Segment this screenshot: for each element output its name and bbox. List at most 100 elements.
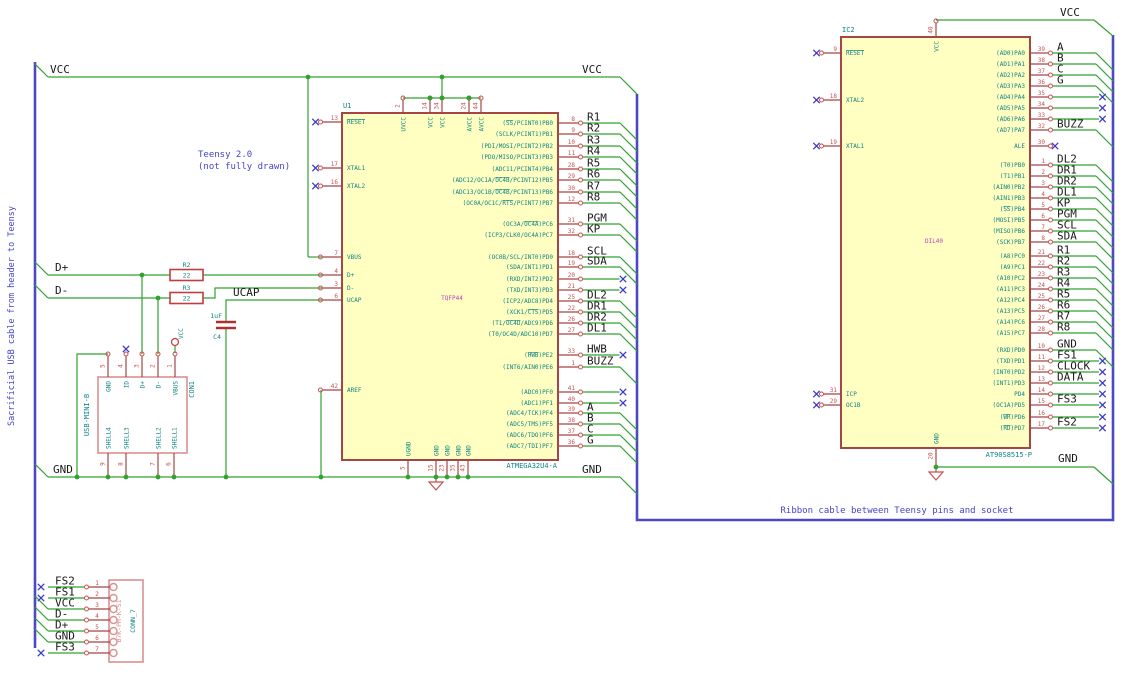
comment-teensy-line2[interactable]: (not fully drawn) [198,162,290,172]
pin-name: (OC0A/OC1C/RTS/PCINT7)PB7 [463,200,554,207]
bus-entry [619,202,638,221]
r2-value[interactable]: 22 [183,272,191,280]
pin-end-circle [1048,61,1053,67]
c4-symbol[interactable]: 1uF C4 [210,312,236,341]
net-label-ucap[interactable]: UCAP [233,286,260,299]
r2-symbol[interactable]: R222 [169,261,204,282]
net-label-dminus[interactable]: D- [55,284,68,297]
bus-entry [619,234,638,253]
pin-number: 35 [450,464,457,472]
ic2-symbol[interactable]: IC2AT90S8515-PDIL409RESET18XTAL219XTAL13… [812,18,1114,465]
u1-symbol[interactable]: U1ATMEGA32U4-ATQFP4413RESET17XTAL116XTAL… [311,95,638,475]
net-label-gnd-right[interactable]: GND [1058,452,1078,465]
ic2-ref[interactable]: IC2 [842,26,855,34]
net-label-g[interactable]: G [1057,74,1064,87]
net-label-kp[interactable]: KP [587,223,601,236]
no-connect-icon [812,142,821,150]
pin-name: VCC [428,117,435,128]
r3-value[interactable]: 22 [183,295,191,303]
pin-end-circle [1048,358,1053,364]
gnd-triangle [427,481,445,491]
pin-number: 13 [1038,376,1046,383]
net-label-r8[interactable]: R8 [587,191,600,204]
net-label-r8[interactable]: R8 [1057,321,1070,334]
pin-name: GND [466,445,473,456]
pin-number: 31 [568,217,576,224]
pin-number: 39 [568,406,576,413]
net-label-vcc-right[interactable]: VCC [1060,6,1080,19]
conn7-pin-1[interactable]: 1FS2 [37,575,118,592]
pin-end-circle [578,166,583,172]
pin-name: (ICP2/ADC8)PD4 [502,298,553,305]
pin-name: (ADC4/TCK)PF4 [506,410,553,417]
net-label-fs3[interactable]: FS3 [55,641,75,654]
pin-name: (SCLK/PCINT1)PB1 [495,131,553,138]
pin-name: GND [445,445,452,456]
comment-ribbon-cable[interactable]: Ribbon cable between Teensy pins and soc… [781,506,1014,516]
conn7-pin-2[interactable]: 2FS1 [37,586,118,603]
con1-ref[interactable]: CON1 [188,381,196,398]
bus-entry [1095,175,1114,194]
con1-value[interactable]: USB-MINI-B [83,394,91,436]
pin-name: VCC [440,117,447,128]
pin-number: 10 [568,139,576,146]
r2-ref[interactable]: R2 [183,261,191,269]
net-label-gnd-mid[interactable]: GND [582,463,602,476]
pin-name: (A11)PC3 [996,286,1025,293]
r3-ref[interactable]: R3 [183,284,191,292]
pin-name: (A9)PC1 [1000,264,1026,271]
pin-name: GND [106,381,113,392]
pin-end-circle [1048,83,1053,89]
pin-name: VBUS [347,254,362,261]
c4-value[interactable]: 1uF [210,312,222,320]
net-label-sda[interactable]: SDA [1057,230,1077,243]
net-label-sda[interactable]: SDA [587,255,607,268]
bus-entry [34,606,49,621]
pin-name: ICP [846,391,857,398]
ic2-package[interactable]: DIL40 [925,238,943,245]
conn7-ref[interactable]: CONN_7 [129,609,137,633]
junction-dot [139,272,145,278]
ic2-value[interactable]: AT90S8515-P [986,451,1032,459]
con1-symbol[interactable]: CON1 USB-MINI-B 5 GND 4 ID 3 D+ 2 D- 1 VBUS 9 SHELL4 8… [83,345,196,475]
vcc-power-symbol[interactable]: VCC [170,328,186,347]
pin-name: SHELL4 [106,427,113,449]
pin-name: RESET [846,50,864,57]
junction-dot [155,474,161,480]
pin-number: 3 [334,281,338,288]
pin-number: 43 [460,464,467,472]
net-label-vcc-mid[interactable]: VCC [582,63,602,76]
pin-end-circle [578,287,583,293]
net-label-buzz[interactable]: BUZZ [587,355,614,368]
conn7-symbol[interactable]: B7K-PH-K-S1 CONN_71FS22FS13VCC4D-5D+6GND7… [37,575,144,663]
c4-ref[interactable]: C4 [213,333,221,341]
net-label-fs3[interactable]: FS3 [1057,393,1077,406]
pin-number: 15 [1038,398,1046,405]
bus-entry [34,463,49,478]
pin-number: 8 [1041,235,1045,242]
pin-number: 19 [830,139,838,146]
net-label-g[interactable]: G [587,434,594,447]
net-label-fs2[interactable]: FS2 [1057,416,1077,429]
bus-entry [619,256,638,275]
u1-value[interactable]: ATMEGA32U4-A [506,462,557,470]
u1-package[interactable]: TQFP44 [441,295,463,302]
bus-entry [1095,241,1114,260]
pin-end-circle [318,165,323,171]
u1-ref[interactable]: U1 [343,102,351,110]
pin-name: (ADC1)PF1 [520,400,553,407]
comment-sacrificial-usb-cable[interactable]: Sacrificial USB cable from header to Tee… [7,206,17,426]
r3-symbol[interactable]: R322 [169,284,204,305]
net-label-data[interactable]: DATA [1057,371,1084,384]
net-label-vcc-left[interactable]: VCC [50,63,70,76]
pin-number: 1 [1041,158,1045,165]
net-label-dl1[interactable]: DL1 [587,322,607,335]
junction-dot [439,95,445,101]
net-label-buzz[interactable]: BUZZ [1057,118,1084,131]
no-connect-icon [1098,390,1107,398]
conn7-pin-7[interactable]: 7 FS3 [37,641,118,658]
net-label-dplus[interactable]: D+ [55,261,69,274]
comment-teensy-line1[interactable]: Teensy 2.0 [198,150,252,160]
net-label-gnd-left[interactable]: GND [53,463,73,476]
pin-end-circle [1048,297,1053,303]
